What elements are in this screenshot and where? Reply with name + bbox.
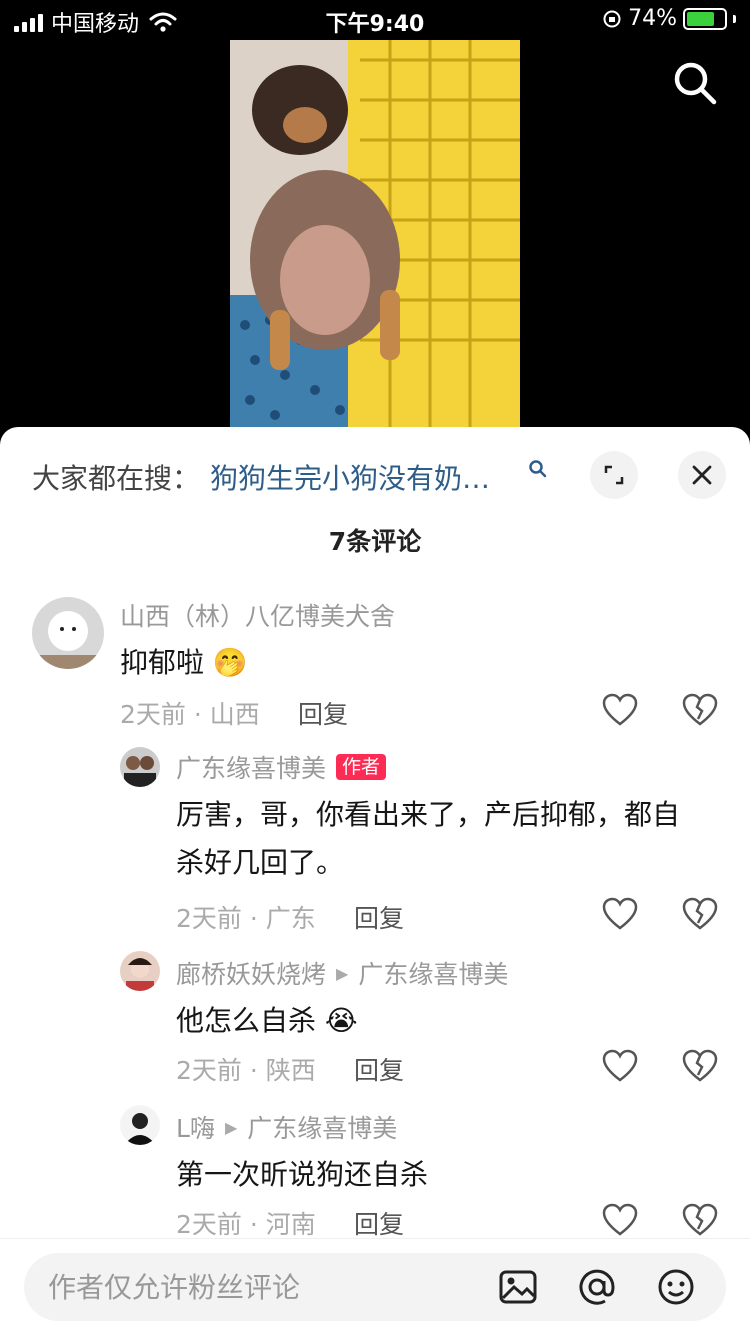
heart-icon[interactable]: [602, 1203, 638, 1237]
emoji: 😭: [324, 1004, 358, 1037]
broken-heart-icon[interactable]: [682, 1203, 718, 1237]
comment-meta: 2天前 · 陕西: [176, 1056, 316, 1085]
battery-percent: 74%: [628, 6, 677, 31]
username-text: 山西（林）八亿博美犬舍: [120, 602, 396, 631]
comment-input-bar: [0, 1238, 750, 1334]
reply-target: 广东缘喜博美: [358, 960, 509, 989]
comment-username[interactable]: 山西（林）八亿博美犬舍: [120, 597, 395, 633]
battery-fill: [687, 11, 714, 26]
expand-button[interactable]: [590, 451, 638, 499]
search-icon[interactable]: [670, 58, 720, 108]
mention-icon[interactable]: [577, 1267, 617, 1307]
trend-prefix: 大家都在搜：: [32, 462, 201, 495]
reply-button[interactable]: 回复: [354, 1051, 404, 1087]
author-badge: 作者: [336, 754, 387, 780]
comment-item: 山西（林）八亿博美犬舍 抑郁啦 🤭 2天前 · 山西 回复: [0, 587, 750, 729]
reply-button[interactable]: 回复: [354, 899, 404, 935]
comment-item: L嗨 ▶ 广东缘喜博美 第一次昕说狗还自杀 2天前 · 河南 回复: [0, 1099, 750, 1249]
reply-button[interactable]: 回复: [298, 695, 348, 731]
comment-text: 厉害，哥，你看出来了，产后抑郁，都自杀好几回了。: [176, 798, 681, 879]
small-search-icon[interactable]: [528, 459, 548, 479]
avatar[interactable]: [32, 597, 104, 669]
comment-meta: 2天前 · 广东: [176, 904, 316, 933]
avatar[interactable]: [120, 747, 160, 787]
reply-target: 广东缘喜博美: [247, 1114, 398, 1143]
comment-username[interactable]: L嗨 ▶ 广东缘喜博美: [176, 1109, 397, 1145]
status-bar: 中国移动 下午9:40 74%: [0, 0, 750, 40]
sheet-header: 大家都在搜： 狗狗生完小狗没有奶…: [0, 427, 750, 525]
broken-heart-icon[interactable]: [682, 897, 718, 931]
comment-text-content: 他怎么自杀: [176, 1004, 317, 1037]
comment-text: 抑郁啦 🤭: [120, 639, 680, 687]
video-frame[interactable]: [230, 40, 520, 428]
broken-heart-icon[interactable]: [682, 1049, 718, 1083]
heart-icon[interactable]: [602, 897, 638, 931]
orientation-lock-icon: [603, 10, 621, 27]
username-text: 廊桥妖妖烧烤: [176, 960, 327, 989]
comment-count: 7条评论: [328, 527, 422, 556]
comment-text: 他怎么自杀 😭: [176, 997, 706, 1045]
comment-text: 第一次昕说狗还自杀: [176, 1158, 429, 1191]
comment-item: 广东缘喜博美 作者 厉害，哥，你看出来了，产后抑郁，都自杀好几回了。 2天前 ·…: [0, 739, 750, 939]
image-icon[interactable]: [498, 1267, 538, 1307]
avatar[interactable]: [120, 951, 160, 991]
comment-sheet: 大家都在搜： 狗狗生完小狗没有奶… 7条评论 山西（林）八亿博美犬舍 抑郁啦 🤭…: [0, 427, 750, 1334]
battery-icon: [683, 7, 727, 30]
reply-arrow-icon: ▶: [224, 1117, 238, 1137]
comment-text-content: 抑郁啦: [120, 646, 205, 679]
trend-search-link[interactable]: 狗狗生完小狗没有奶…: [210, 457, 490, 497]
username-text: 广东缘喜博美: [176, 754, 327, 783]
emoji-icon[interactable]: [656, 1267, 696, 1307]
expand-icon: [604, 465, 624, 485]
battery-cap: [733, 14, 736, 23]
heart-icon[interactable]: [602, 693, 638, 727]
close-icon: [692, 465, 712, 485]
broken-heart-icon[interactable]: [682, 693, 718, 727]
comment-meta: 2天前 · 河南: [176, 1210, 316, 1239]
reply-button[interactable]: 回复: [354, 1205, 404, 1241]
comment-username[interactable]: 廊桥妖妖烧烤 ▶ 广东缘喜博美: [176, 955, 508, 991]
emoji: 🤭: [212, 646, 248, 679]
close-button[interactable]: [678, 451, 726, 499]
avatar[interactable]: [120, 1105, 160, 1145]
reply-arrow-icon: ▶: [336, 963, 349, 983]
comment-meta: 2天前 · 山西: [120, 700, 260, 729]
status-right: 74%: [602, 6, 736, 31]
video-thumbnail: [230, 40, 520, 428]
username-text: L嗨: [176, 1114, 215, 1143]
heart-icon[interactable]: [602, 1049, 638, 1083]
comment-item: 廊桥妖妖烧烤 ▶ 广东缘喜博美 他怎么自杀 😭 2天前 · 陕西 回复: [0, 945, 750, 1095]
comment-input[interactable]: [24, 1253, 484, 1321]
comment-username[interactable]: 广东缘喜博美 作者: [176, 749, 387, 785]
